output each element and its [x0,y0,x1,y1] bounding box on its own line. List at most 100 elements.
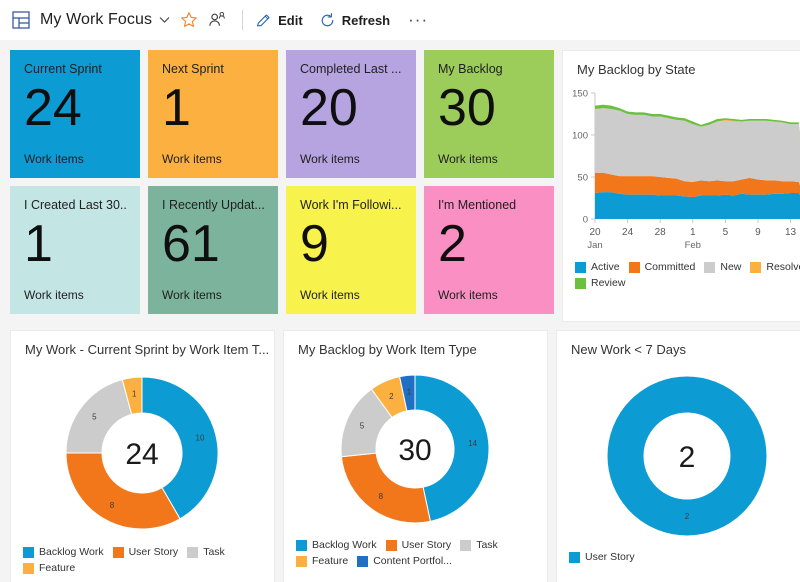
svg-text:100: 100 [572,131,588,142]
star-icon[interactable] [180,11,198,29]
svg-text:8: 8 [379,492,384,501]
tile-title: My Backlog [438,62,540,77]
tile-i-created-last-30[interactable]: I Created Last 30... 1 Work items [10,186,140,314]
tile-title: Current Sprint [24,62,126,77]
svg-text:Feb: Feb [685,240,701,251]
tile-completed-last[interactable]: Completed Last ... 20 Work items [286,50,416,178]
tile-subtitle: Work items [300,288,360,302]
svg-text:0: 0 [583,215,588,226]
tile-row-bottom: I Created Last 30... 1 Work items I Rece… [6,182,558,318]
tile-value: 30 [438,82,496,134]
legend-item[interactable]: Resolved [750,261,800,273]
legend-item[interactable]: Review [575,277,625,289]
legend-swatch [113,547,124,558]
donut-chart-1-svg: 1085124 [11,361,274,546]
legend-swatch [629,262,640,273]
legend-item[interactable]: User Story [569,551,635,563]
legend-label: Active [591,261,620,273]
dashboard-grid-icon [10,9,32,31]
tile-next-sprint[interactable]: Next Sprint 1 Work items [148,50,278,178]
tile-value: 24 [24,82,82,134]
toolbar-divider [242,10,243,30]
svg-text:13: 13 [785,227,797,238]
legend-item[interactable]: Content Portfol... [357,555,452,567]
donut-chart-2-legend: Backlog Work User Story Task Feature Content… [284,539,547,567]
legend-item[interactable]: Committed [629,261,696,273]
legend-swatch [386,540,397,551]
legend-item[interactable]: User Story [386,539,452,551]
svg-text:50: 50 [577,173,588,184]
legend-label: Backlog Work [39,546,104,558]
legend-label: Resolved [766,261,800,273]
svg-text:30: 30 [398,434,431,467]
tile-title: Completed Last ... [300,62,402,77]
tile-value: 9 [300,218,329,270]
svg-text:24: 24 [622,227,634,238]
area-chart: 05010015020Jan24281Feb5913 [563,79,800,261]
refresh-button[interactable]: Refresh [319,12,390,29]
chevron-down-icon[interactable] [159,16,170,24]
tile-subtitle: Work items [300,152,360,166]
tile-value: 20 [300,82,358,134]
widget-backlog-by-type[interactable]: My Backlog by Work Item Type 14852130 Ba… [283,330,548,582]
widget-new-work-7-days[interactable]: New Work < 7 Days 22 User Story [556,330,800,582]
tile-row-top: Current Sprint 24 Work items Next Sprint… [6,46,558,182]
legend-item[interactable]: Feature [23,562,75,574]
tile-title: I'm Mentioned [438,198,540,213]
tile-work-im-following[interactable]: Work I'm Followi... 9 Work items [286,186,416,314]
svg-text:10: 10 [196,433,205,442]
svg-text:2: 2 [389,392,394,401]
donut-chart-1-legend: Backlog Work User Story Task Feature [11,546,274,574]
card-title: New Work < 7 Days [557,331,800,359]
legend-item[interactable]: Backlog Work [296,539,377,551]
card-title: My Backlog by State [563,51,800,79]
legend-swatch [23,563,34,574]
legend-item[interactable]: New [704,261,741,273]
edit-button[interactable]: Edit [255,12,303,29]
tile-subtitle: Work items [438,288,498,302]
legend-label: User Story [129,546,179,558]
tile-title: I Created Last 30... [24,198,126,213]
tile-my-backlog[interactable]: My Backlog 30 Work items [424,50,554,178]
legend-swatch [357,556,368,567]
svg-text:1: 1 [407,387,412,396]
legend-label: Backlog Work [312,539,377,551]
tiles-row-1: Current Sprint 24 Work items Next Sprint… [6,46,794,326]
donut-chart-1: 1085124 [11,359,274,546]
legend-swatch [575,262,586,273]
donut-chart-3: 22 [557,359,800,551]
legend-item[interactable]: Active [575,261,620,273]
tile-title: I Recently Updat... [162,198,264,213]
legend-item[interactable]: Backlog Work [23,546,104,558]
tile-i-recently-updated[interactable]: I Recently Updat... 61 Work items [148,186,278,314]
tile-subtitle: Work items [438,152,498,166]
tile-title: Work I'm Followi... [300,198,402,213]
dashboard-title[interactable]: My Work Focus [40,11,152,29]
legend-item[interactable]: User Story [113,546,179,558]
widget-my-backlog-by-state[interactable]: My Backlog by State 05010015020Jan24281F… [562,50,800,322]
card-title: My Work - Current Sprint by Work Item T.… [11,331,274,359]
legend-label: Feature [312,555,348,567]
tile-title: Next Sprint [162,62,264,77]
tile-value: 61 [162,218,220,270]
widget-current-sprint-by-type[interactable]: My Work - Current Sprint by Work Item T.… [10,330,275,582]
tile-current-sprint[interactable]: Current Sprint 24 Work items [10,50,140,178]
legend-swatch [575,278,586,289]
legend-label: Review [591,277,625,289]
more-options-button[interactable]: ··· [408,10,428,30]
svg-text:5: 5 [92,412,97,421]
svg-text:20: 20 [589,227,601,238]
svg-text:150: 150 [572,89,588,100]
tile-subtitle: Work items [162,288,222,302]
legend-item[interactable]: Task [460,539,498,551]
legend-swatch [704,262,715,273]
legend-label: Content Portfol... [373,555,452,567]
legend-swatch [187,547,198,558]
tile-im-mentioned[interactable]: I'm Mentioned 2 Work items [424,186,554,314]
legend-item[interactable]: Feature [296,555,348,567]
tile-value: 2 [438,218,467,270]
legend-item[interactable]: Task [187,546,225,558]
donut-row: My Work - Current Sprint by Work Item T.… [6,326,794,582]
person-share-icon[interactable] [208,11,226,29]
tile-value: 1 [24,218,53,270]
